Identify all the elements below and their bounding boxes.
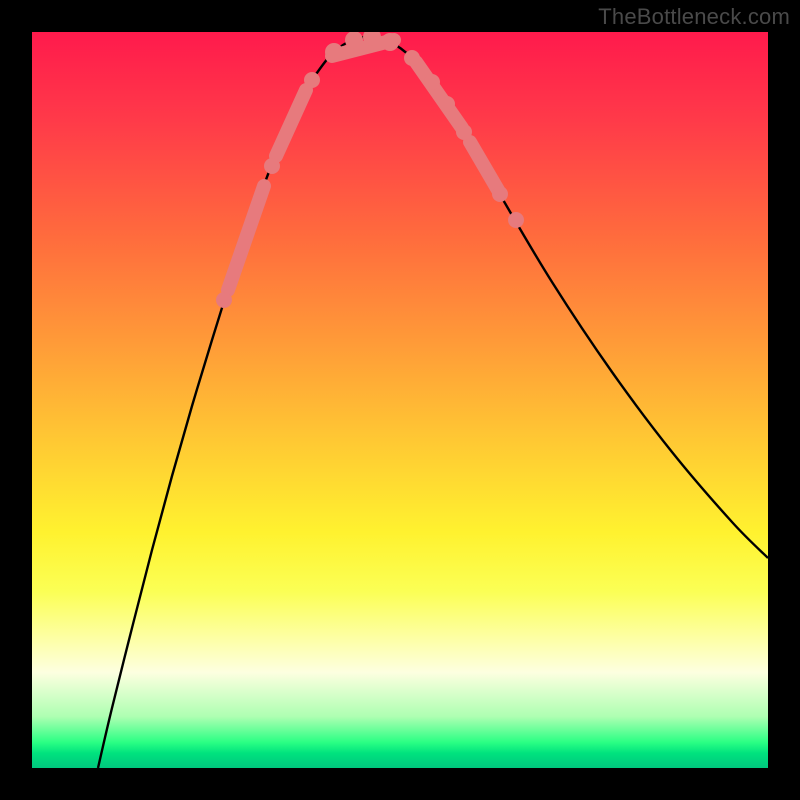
- highlight-dot: [439, 96, 455, 112]
- highlight-segment: [470, 142, 498, 190]
- watermark-text: TheBottleneck.com: [598, 4, 790, 30]
- curve-svg: [32, 32, 768, 768]
- highlight-dot: [508, 212, 524, 228]
- chart-stage: TheBottleneck.com: [0, 0, 800, 800]
- highlight-dot: [264, 158, 280, 174]
- highlight-segment: [276, 90, 306, 156]
- highlight-segment: [228, 186, 264, 290]
- highlight-dot: [325, 43, 343, 61]
- plot-area: [32, 32, 768, 768]
- bottleneck-curve: [98, 37, 768, 768]
- highlight-dot: [404, 50, 420, 66]
- highlight-segment: [416, 62, 462, 128]
- highlight-dot: [304, 72, 320, 88]
- highlight-dot: [381, 33, 399, 51]
- highlight-dot: [456, 124, 472, 140]
- highlight-dot: [216, 292, 232, 308]
- highlight-dot: [424, 74, 440, 90]
- highlight-dot: [492, 186, 508, 202]
- highlight-dots: [216, 32, 524, 308]
